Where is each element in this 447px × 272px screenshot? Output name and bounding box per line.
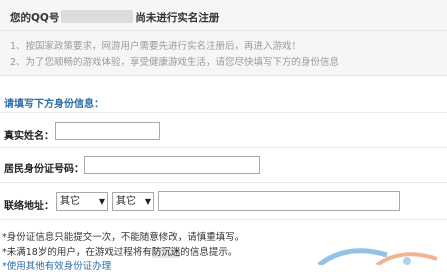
real-name-input[interactable] [55, 122, 160, 140]
note-line-2-post: 的信息提示。 [180, 247, 238, 258]
row-divider [0, 147, 447, 148]
address-detail-input[interactable] [158, 191, 400, 211]
address-label: 联络地址： [4, 201, 54, 212]
id-number-label: 居民身份证号码： [4, 164, 84, 175]
real-name-label: 真实姓名： [4, 131, 54, 142]
masked-qq-number [61, 10, 134, 23]
realname-banner: 您的QQ号 尚未进行实名注册 1、按国家政策要求，网游用户需要先进行实名注册后，再… [0, 0, 447, 76]
note-line-2: *未满18岁的用户，在游戏过程将有防沉迷的信息提示。 [2, 244, 237, 258]
note-line-2-pre: *未满18岁的用户，在游戏过程将有 [2, 247, 152, 258]
city-select-value: 其它 [116, 196, 136, 207]
row-divider [0, 182, 447, 183]
notice-line-2: 2、为了您顺畅的游戏体验，享受健康游戏生活，请您尽快填写下方的身份信息 [10, 57, 340, 68]
chevron-down-icon: ▼ [98, 197, 105, 206]
province-select[interactable]: 其它 ▼ [56, 192, 108, 211]
id-number-input[interactable] [84, 156, 260, 174]
chevron-down-icon: ▼ [144, 197, 151, 206]
section-title: 请填写下方身份信息： [4, 99, 104, 110]
note-line-3: *使用其他有效身份证办理 [2, 261, 112, 272]
city-select[interactable]: 其它 ▼ [112, 192, 154, 211]
banner-title: 您的QQ号 尚未进行实名注册 [10, 10, 219, 25]
banner-title-suffix: 尚未进行实名注册 [135, 12, 220, 24]
row-divider [0, 219, 447, 220]
banner-title-prefix: 您的QQ号 [10, 12, 60, 24]
row-divider [0, 112, 447, 113]
province-select-value: 其它 [60, 196, 80, 207]
banner-divider [0, 30, 447, 31]
watermark-logo [317, 248, 438, 265]
note-line-1: *身份证信息只能提交一次，不能随意修改，请慎重填写。 [2, 232, 245, 243]
anti-addiction-highlight: 防沉迷 [151, 247, 181, 258]
notice-line-1: 1、按国家政策要求，网游用户需要先进行实名注册后，再进入游戏！ [10, 41, 302, 52]
